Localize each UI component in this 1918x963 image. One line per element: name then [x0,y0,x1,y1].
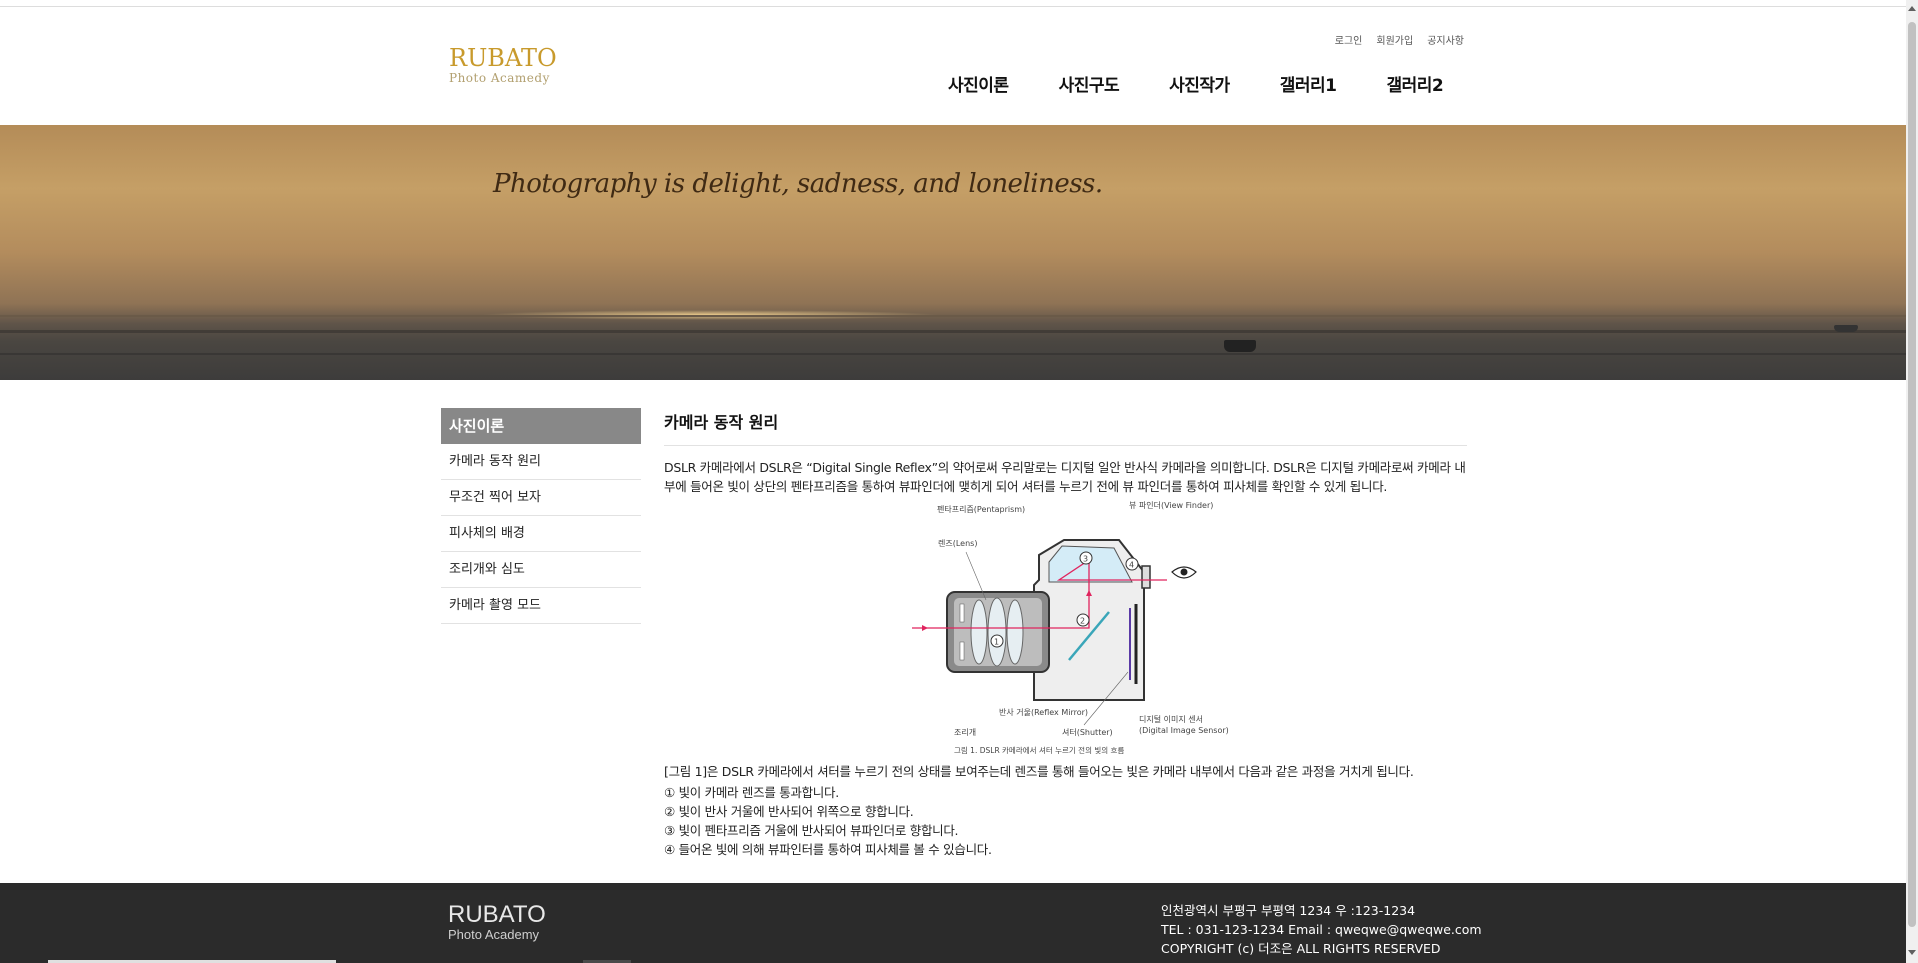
logo-main-text: RUBATO [449,44,557,72]
site-logo[interactable]: RUBATO Photo Acamedy [449,45,557,85]
sidebar-item-just-shoot[interactable]: 무조건 찍어 보자 [441,480,641,516]
footer-contact: TEL : 031-123-1234 Email : qweqwe@qweqwe… [1161,922,1482,937]
nav-photographers[interactable]: 사진작가 [1169,71,1230,96]
footer-logo: RUBATO Photo Academy [448,903,546,943]
sidebar-item-camera-principle[interactable]: 카메라 동작 원리 [441,444,641,480]
nav-gallery-1[interactable]: 갤러리1 [1280,71,1337,96]
nav-gallery-2[interactable]: 갤러리2 [1386,71,1443,96]
page-title: 카메라 동작 원리 [664,408,1467,446]
sidebar-item-aperture-depth[interactable]: 조리개와 심도 [441,552,641,588]
dslr-diagram: 1 2 3 4 펜타프리즘(Pentaprism) 뷰 파인더(View Fin… [912,500,1229,755]
intro-paragraph: DSLR 카메라에서 DSLR은 “Digital Single Reflex”… [664,460,1466,494]
nav-photo-theory[interactable]: 사진이론 [948,71,1009,96]
notice-link[interactable]: 공지사항 [1427,32,1464,47]
figure-caption: 그림 1. DSLR 카메라에서 셔터 누르기 전의 빛의 흐름 [954,745,1124,755]
banner-slogan: Photography is delight, sadness, and lon… [493,169,1103,199]
lens-element [1006,599,1024,665]
main-nav: 사진이론 사진구도 사진작가 갤러리1 갤러리2 [948,71,1444,96]
label-pentaprism: 펜타프리즘(Pentaprism) [937,505,1025,514]
step-item: ① 빛이 카메라 렌즈를 통과합니다. [664,785,839,800]
sidebar-item-shooting-modes[interactable]: 카메라 촬영 모드 [441,588,641,624]
sidebar-item-background[interactable]: 피사체의 배경 [441,516,641,552]
step-item: ④ 들어온 빛에 의해 뷰파인터를 통하여 피사체를 볼 수 있습니다. [664,842,992,857]
site-header: RUBATO Photo Acamedy 로그인 회원가입 공지사항 사진이론 … [0,7,1906,125]
vertical-scrollbar[interactable] [1906,0,1918,963]
label-sensor-en: (Digital Image Sensor) [1139,726,1229,735]
site-footer: RUBATO Photo Academy 인천광역시 부평구 부평역 1234 … [0,883,1906,963]
sidebar: 사진이론 카메라 동작 원리 무조건 찍어 보자 피사체의 배경 조리개와 심도… [441,408,641,624]
water-line [0,353,1906,355]
horizon-line [0,315,1906,317]
signup-link[interactable]: 회원가입 [1376,32,1413,47]
marker-4: 4 [1129,561,1134,570]
water-line [0,330,1906,333]
label-reflex-mirror: 반사 거울(Reflex Mirror) [999,708,1088,717]
lens-element [987,597,1007,667]
label-aperture: 조리개 [954,727,976,737]
hero-banner: Photography is delight, sadness, and lon… [0,125,1906,380]
step-list: ① 빛이 카메라 렌즈를 통과합니다. ② 빛이 반사 거울에 반사되어 위쪽으… [664,783,1467,859]
main-content: 카메라 동작 원리 DSLR 카메라에서 DSLR은 “Digital Sing… [664,408,1467,859]
boat-silhouette [1834,325,1858,332]
scroll-down-arrow-icon[interactable] [1908,950,1916,955]
logo-sub-text: Photo Acamedy [449,71,550,85]
label-shutter: 셔터(Shutter) [1062,728,1113,737]
login-link[interactable]: 로그인 [1335,32,1363,47]
scroll-up-arrow-icon[interactable] [1908,6,1916,11]
dslr-diagram-figure: 1 2 3 4 펜타프리즘(Pentaprism) 뷰 파인더(View Fin… [664,500,1467,760]
scrollbar-thumb[interactable] [1908,22,1916,927]
utility-links: 로그인 회원가입 공지사항 [1335,32,1464,47]
figure-description: [그림 1]은 DSLR 카메라에서 셔터를 누르기 전의 상태를 보여주는데 … [664,764,1414,779]
lens-element [970,599,988,665]
step-item: ③ 빛이 펜타프리즘 거울에 반사되어 뷰파인더로 향합니다. [664,823,959,838]
boat-silhouette [1224,340,1256,352]
marker-3: 3 [1083,555,1088,564]
footer-logo-sub: Photo Academy [448,927,540,942]
marker-2: 2 [1080,617,1085,626]
footer-address: 인천광역시 부평구 부평역 1234 우 :123-1234 [1161,903,1416,918]
label-lens: 렌즈(Lens) [938,538,977,548]
footer-info: 인천광역시 부평구 부평역 1234 우 :123-1234 TEL : 031… [1161,901,1482,958]
viewfinder-eyepiece [1141,565,1151,589]
marker-1: 1 [994,638,999,647]
nav-photo-composition[interactable]: 사진구도 [1059,71,1120,96]
footer-copyright: COPYRIGHT (c) 더조은 ALL RIGHTS RESERVED [1161,941,1441,956]
sidebar-title: 사진이론 [441,408,641,444]
step-item: ② 빛이 반사 거울에 반사되어 위쪽으로 향합니다. [664,804,914,819]
footer-logo-main: RUBATO [448,901,546,928]
label-sensor: 디지털 이미지 센서 [1139,714,1203,724]
label-viewfinder: 뷰 파인더(View Finder) [1129,500,1213,510]
